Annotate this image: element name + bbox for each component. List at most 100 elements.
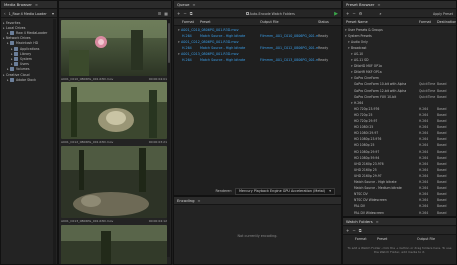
start-queue-icon[interactable]: ▶ xyxy=(334,11,338,17)
media-tree-item[interactable]: ▸ Adobe Stock xyxy=(1,77,57,82)
preset-row[interactable]: NTSC DV Widescreen H.264 Based xyxy=(343,198,456,203)
preset-row[interactable]: HD 720p 25 H.264 Based xyxy=(343,112,456,117)
queue-source-name: A001_C012_0806PG_001.R3D.mov xyxy=(181,40,239,44)
preset-row[interactable]: ▾Broadcast xyxy=(343,45,456,50)
panel-menu-icon[interactable]: ≡ xyxy=(377,3,380,7)
preset-row[interactable]: ▾AS-11 SD xyxy=(343,58,456,63)
preset-row[interactable]: Match Source - High bitrate H.264 Based xyxy=(343,180,456,185)
watch-output-column-header[interactable]: Output File xyxy=(417,237,435,241)
preset-row[interactable]: ▾User Presets & Groups xyxy=(343,27,456,32)
preset-row[interactable]: UHD 2160p 29.97 H.264 Based xyxy=(343,173,456,178)
duplicate-icon[interactable]: ⧉ xyxy=(359,228,362,233)
preset-row[interactable]: ▾GoPro CineForm xyxy=(343,76,456,81)
apply-preset-button[interactable]: Apply Preset xyxy=(433,12,453,16)
preset-row[interactable]: ▾DNxHD MXF OP1a xyxy=(343,64,456,69)
queue-format[interactable]: H.264 xyxy=(182,58,200,62)
preset-row[interactable]: ▾AS-10 xyxy=(343,51,456,56)
preset-row[interactable]: HD 720p 29.97 H.264 Based xyxy=(343,119,456,124)
duplicate-icon[interactable]: ⧉ xyxy=(190,11,193,16)
search-icon[interactable]: ⌕ xyxy=(379,11,381,16)
remove-icon[interactable]: − xyxy=(183,11,186,16)
preset-row[interactable]: HD 1080p 23.976 H.264 Based xyxy=(343,137,456,142)
watch-folders-tabbar: Watch Folders ≡ xyxy=(343,218,456,226)
format-column-header[interactable]: Format xyxy=(182,20,200,24)
panel-menu-icon[interactable]: ≡ xyxy=(192,3,195,7)
queue-preset[interactable]: Match Source - High bitrate xyxy=(200,46,260,50)
queue-output-file[interactable]: Filmmm_.001_C013_0806PG_001.mp4 xyxy=(260,58,318,62)
remove-preset-icon[interactable]: − xyxy=(352,11,355,16)
preset-name: HD 720p 29.97 xyxy=(354,119,378,123)
preset-row[interactable]: ▾Audio Only xyxy=(343,39,456,44)
clip-thumbnail[interactable] xyxy=(61,225,167,264)
preset-row[interactable]: Match Source - Medium bitrate H.264 Based xyxy=(343,186,456,191)
settings-icon[interactable]: ⚙ xyxy=(359,11,363,16)
queue-output-file[interactable]: Filmmm_.001_C012_0806PG_001.mp4 xyxy=(260,46,318,50)
preset-row[interactable]: GoPro CineForm 12-bit with Alpha QuickTim… xyxy=(343,88,456,93)
grid-view-icon[interactable]: ▦ xyxy=(164,11,168,16)
media-tree-label: Library xyxy=(20,51,32,56)
preset-row[interactable]: UHD 2160p 23.976 H.264 Based xyxy=(343,161,456,166)
preset-row[interactable]: PAL DV Widescreen H.264 Based xyxy=(343,210,456,215)
preset-browser-tab[interactable]: Preset Browser xyxy=(346,2,374,7)
preset-destination-column-header[interactable]: Destination xyxy=(437,20,456,24)
preset-row[interactable]: HD 1080i 29.97 H.264 Based xyxy=(343,131,456,136)
encoding-tab[interactable]: Encoding xyxy=(177,198,195,203)
watch-format-column-header[interactable]: Format xyxy=(355,237,377,241)
add-folder-icon[interactable]: + xyxy=(346,228,349,233)
preset-row[interactable]: UHD 2160p 25 H.264 Based xyxy=(343,167,456,172)
renderer-bar: Renderer: Mercury Playback Engine GPU Ac… xyxy=(174,186,341,195)
preset-destination: Based xyxy=(437,82,447,87)
preset-row[interactable]: HD 1080p 29.97 H.264 Based xyxy=(343,149,456,154)
media-browser-path[interactable]: 1_Raw 4 Media Loader xyxy=(9,12,47,16)
media-browser-tab[interactable]: Media Browser xyxy=(4,2,32,7)
preset-format-column-header[interactable]: Format xyxy=(419,20,437,24)
preset-name-column-header[interactable]: Preset Name xyxy=(343,20,419,24)
auto-encode-toggle[interactable]: Auto-Encode Watch Folders xyxy=(245,12,295,16)
preset-row[interactable]: HD 1080p 59.94 H.264 Based xyxy=(343,155,456,160)
preset-row[interactable]: PAL DV H.264 Based xyxy=(343,204,456,209)
clip-thumbnail[interactable] xyxy=(61,82,167,139)
queue-preset[interactable]: Match Source - High bitrate xyxy=(200,34,260,38)
renderer-dropdown[interactable]: Mercury Playback Engine GPU Acceleration… xyxy=(235,187,335,195)
preview-scrollbar[interactable] xyxy=(167,19,170,257)
clip-duration: 00:00:04:12 xyxy=(148,219,167,223)
queue-format[interactable]: H.264 xyxy=(182,46,200,50)
preset-row[interactable]: HD 720p 23.976 H.264 Based xyxy=(343,106,456,111)
renderer-label: Renderer: xyxy=(215,189,232,193)
panel-menu-icon[interactable]: ≡ xyxy=(376,220,379,224)
preset-row[interactable]: ▾System Presets xyxy=(343,33,456,38)
watch-preset-column-header[interactable]: Preset xyxy=(377,237,417,241)
preset-row[interactable]: ▾H.264 xyxy=(343,100,456,105)
list-view-icon[interactable]: ☰ xyxy=(158,11,162,16)
queue-tab[interactable]: Queue xyxy=(177,2,189,7)
queue-output-file[interactable]: Filmmm_.001_C010_0806PG_001.mp4 xyxy=(260,34,318,38)
add-source-icon[interactable]: + xyxy=(177,11,180,16)
queue-status: Ready xyxy=(318,58,329,62)
preset-row[interactable]: ▾DNxHR MXF OP1a xyxy=(343,70,456,75)
preset-row[interactable]: NTSC DV H.264 Based xyxy=(343,192,456,197)
preset-row[interactable]: GoPro CineForm 10-bit with Alpha QuickTim… xyxy=(343,82,456,87)
watch-folders-panel: Watch Folders ≡ + − ⧉ Format Preset Outp… xyxy=(342,217,457,265)
panel-menu-icon[interactable]: ≡ xyxy=(35,3,38,7)
panel-menu-icon[interactable]: ≡ xyxy=(198,199,201,203)
filter-icon[interactable]: ▾ xyxy=(52,11,54,16)
preset-row[interactable]: HD 1080p 25 H.264 Based xyxy=(343,143,456,148)
clip-thumbnail[interactable] xyxy=(61,20,167,76)
clip-name: A001_C012_0806PG_001.R3D.mov xyxy=(61,140,114,144)
add-preset-icon[interactable]: + xyxy=(346,11,349,16)
queue-preset[interactable]: Match Source - High bitrate xyxy=(200,58,260,62)
queue-format[interactable]: H.264 xyxy=(182,34,200,38)
remove-folder-icon[interactable]: − xyxy=(352,228,355,233)
preset-row[interactable]: GoPro CineForm YUV 10-bit QuickTime Based xyxy=(343,94,456,99)
output-column-header[interactable]: Output File xyxy=(260,20,318,24)
status-column-header[interactable]: Status xyxy=(318,20,329,24)
clip-thumbnail[interactable] xyxy=(61,146,167,218)
preset-row[interactable]: HD 1080i 25 H.264 Based xyxy=(343,125,456,130)
back-icon[interactable]: ‹ xyxy=(4,11,6,16)
watch-folders-tab[interactable]: Watch Folders xyxy=(346,219,373,224)
media-browser-scrollbar[interactable] xyxy=(53,19,56,264)
checkbox-icon[interactable] xyxy=(245,12,249,15)
preset-column-header[interactable]: Preset xyxy=(200,20,260,24)
preset-name: HD 720p 25 xyxy=(354,112,373,117)
queue-output-row[interactable]: H.264 Match Source - High bitrate Filmmm_.… xyxy=(174,57,341,63)
